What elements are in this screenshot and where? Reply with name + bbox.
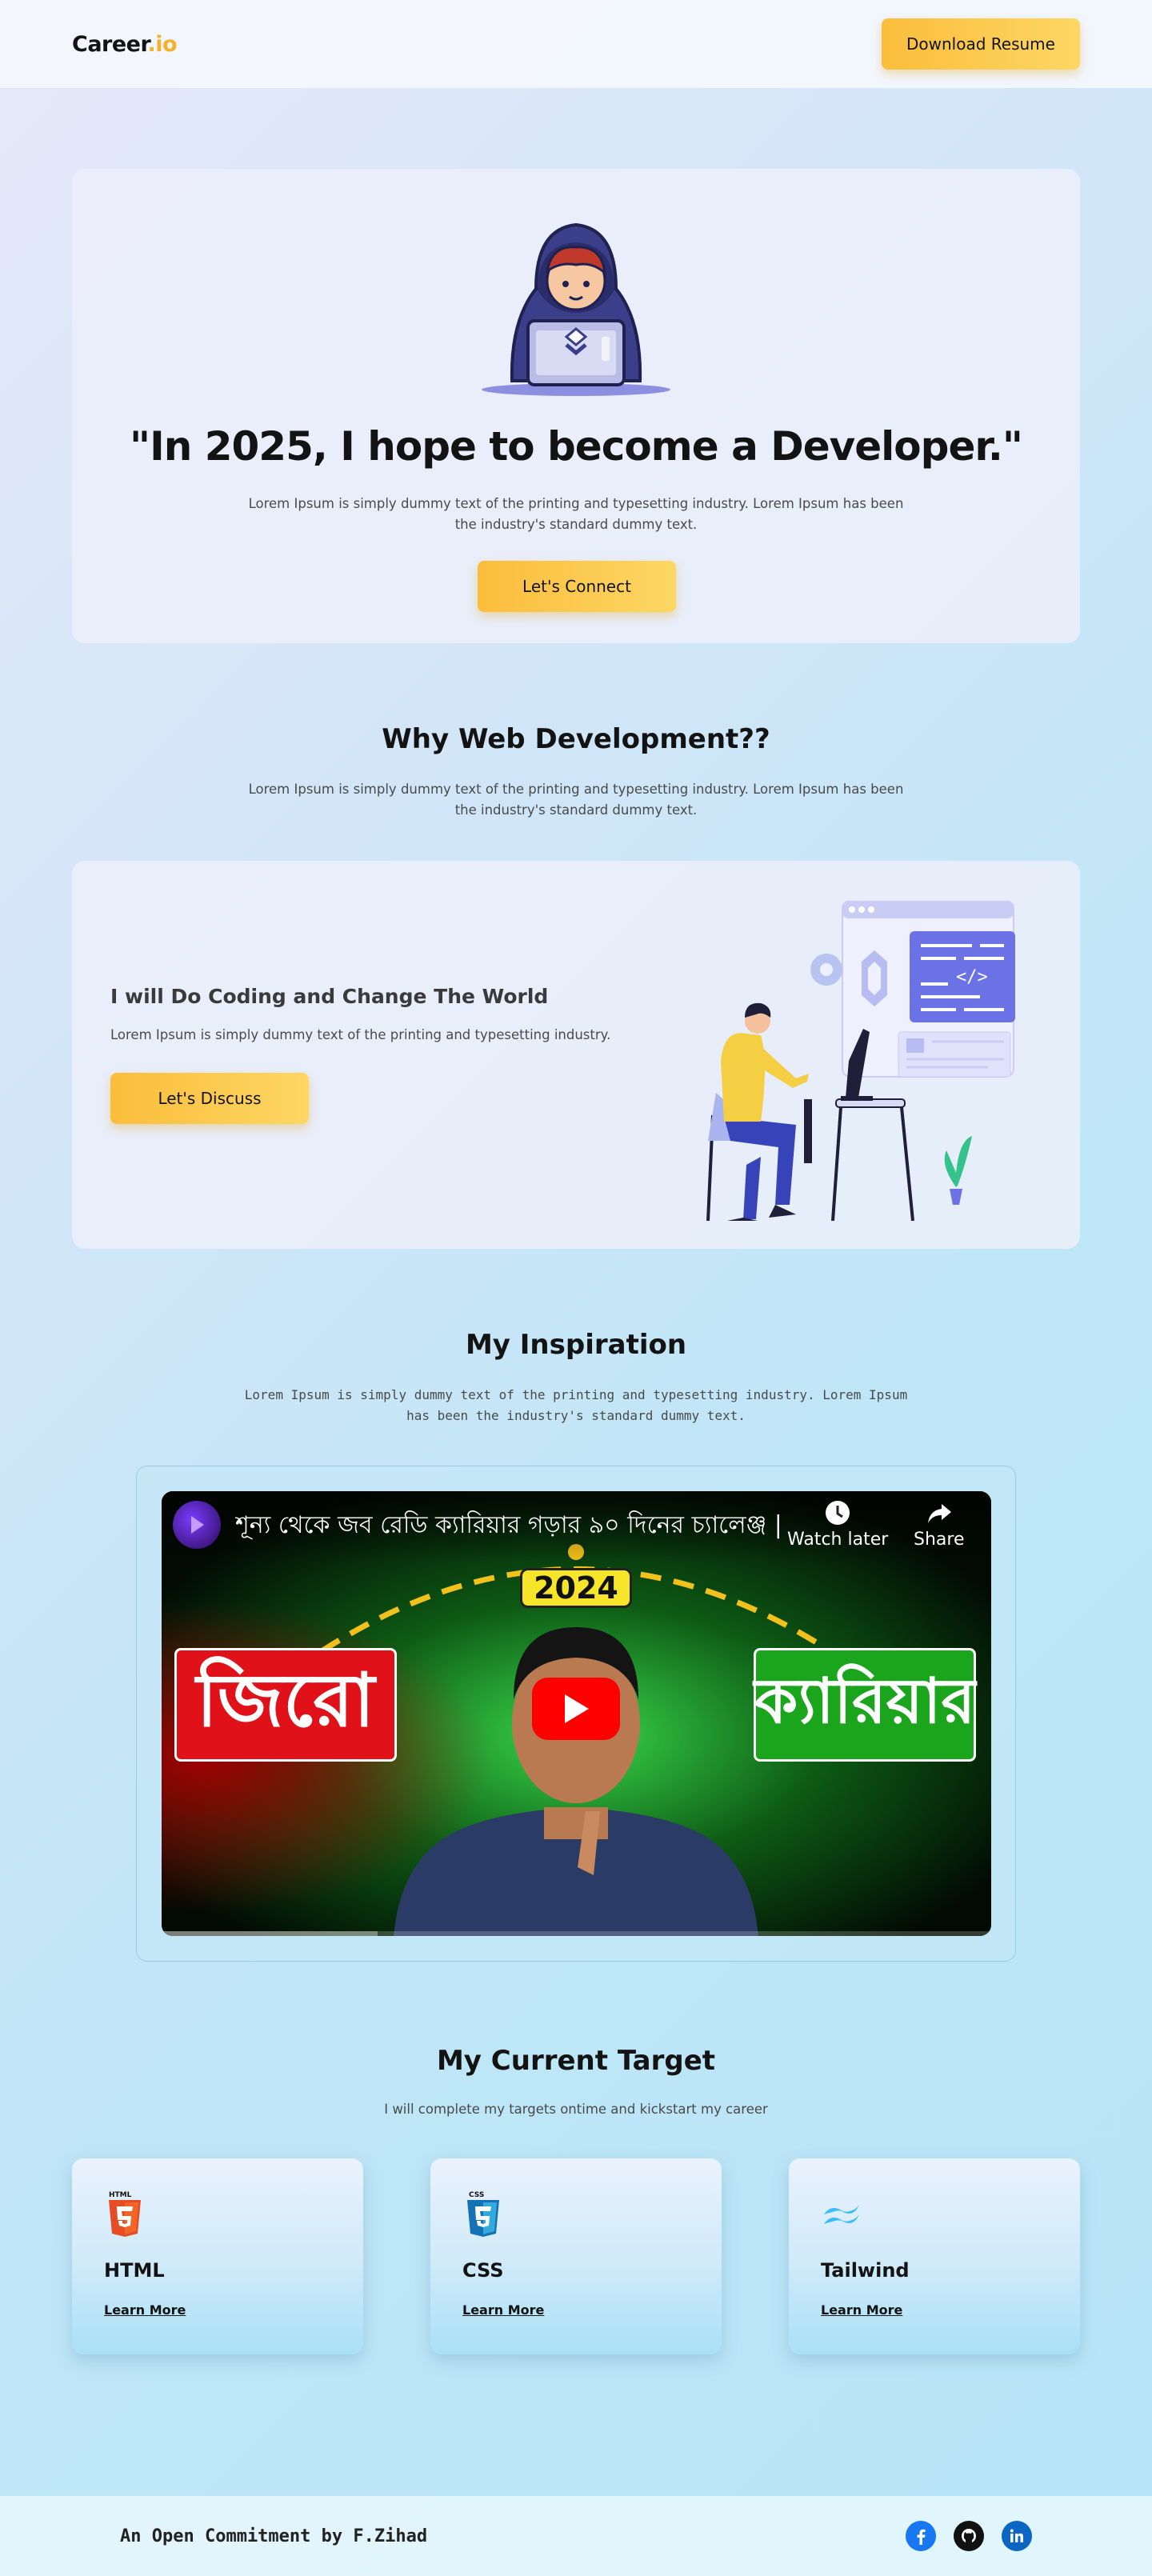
learn-more-link[interactable]: Learn More [462, 2302, 544, 2318]
svg-text:</>: </> [956, 967, 988, 987]
footer: An Open Commitment by F.Zihad [0, 2496, 1152, 2576]
why-card-heading: I will Do Coding and Change The World [110, 985, 549, 1008]
target-card-tailwind: Tailwind Learn More [789, 2158, 1080, 2354]
html5-icon: HTML [109, 2191, 141, 2237]
share-button[interactable]: Share [914, 1499, 965, 1550]
share-label: Share [914, 1530, 965, 1550]
target-card-title: Tailwind [821, 2259, 910, 2282]
zero-word-box: জিরো [174, 1648, 397, 1762]
why-section-title: Why Web Development?? [382, 723, 770, 755]
why-section-description: Lorem Ipsum is simply dummy text of the … [248, 782, 904, 818]
css3-icon: CSS [467, 2191, 499, 2237]
github-icon[interactable] [954, 2521, 984, 2551]
facebook-icon[interactable] [906, 2521, 936, 2551]
target-card-title: CSS [462, 2259, 504, 2282]
inspiration-section-description: Lorem Ipsum is simply dummy text of the … [244, 1387, 908, 1423]
footer-text: An Open Commitment by F.Zihad [120, 2526, 428, 2546]
play-icon [565, 1694, 589, 1723]
watch-later-button[interactable]: Watch later [787, 1499, 888, 1550]
logo-accent: .io [147, 31, 178, 57]
year-badge: 2024 [520, 1568, 632, 1608]
logo-main: Career [72, 31, 148, 57]
logo[interactable]: Career.io [72, 31, 178, 57]
video-progress-bar[interactable] [162, 1931, 991, 1936]
hero-card: "In 2025, I hope to become a Developer."… [72, 169, 1080, 643]
youtube-embed[interactable]: শূন্য থেকে জব রেডি ক্যারিয়ার গড়ার ৯০ দ… [162, 1491, 991, 1936]
linkedin-icon[interactable] [1002, 2521, 1032, 2551]
hero-description: Lorem Ipsum is simply dummy text of the … [248, 496, 904, 532]
lets-discuss-button[interactable]: Let's Discuss [110, 1073, 309, 1124]
coding-illustration: </> [706, 901, 1015, 1221]
inspiration-section-title: My Inspiration [465, 1329, 687, 1361]
play-button[interactable] [532, 1678, 620, 1740]
target-card-html: HTML HTML Learn More [72, 2158, 363, 2354]
clock-icon [826, 1501, 850, 1525]
download-resume-button[interactable]: Download Resume [882, 18, 1080, 70]
channel-avatar[interactable] [173, 1501, 221, 1549]
why-card-text: Lorem Ipsum is simply dummy text of the … [110, 1027, 611, 1042]
lets-connect-button[interactable]: Let's Connect [478, 561, 676, 612]
share-icon [927, 1504, 951, 1523]
target-card-css: CSS CSS Learn More [430, 2158, 722, 2354]
watch-later-label: Watch later [787, 1530, 889, 1550]
hero-title: "In 2025, I hope to become a Developer." [130, 423, 1023, 470]
svg-text:HTML: HTML [109, 2191, 132, 2199]
developer-illustration [482, 222, 670, 396]
learn-more-link[interactable]: Learn More [104, 2302, 186, 2318]
social-links [906, 2521, 1032, 2551]
tailwind-icon [824, 2205, 859, 2224]
navbar: Career.io Download Resume [0, 0, 1152, 88]
why-card: I will Do Coding and Change The World Lo… [72, 861, 1080, 1249]
video-frame: শূন্য থেকে জব রেডি ক্যারিয়ার গড়ার ৯০ দ… [136, 1466, 1016, 1962]
target-section-title: My Current Target [436, 2045, 716, 2077]
learn-more-link[interactable]: Learn More [821, 2302, 902, 2318]
target-card-title: HTML [104, 2259, 165, 2282]
career-word-box: ক্যারিয়ার [754, 1648, 976, 1762]
channel-logo-icon [191, 1516, 204, 1534]
video-progress-fill [162, 1931, 378, 1936]
target-section-description: I will complete my targets ontime and ki… [384, 2102, 768, 2117]
video-title[interactable]: শূন্য থেকে জব রেডি ক্যারিয়ার গড়ার ৯০ দ… [235, 1506, 779, 1546]
svg-text:CSS: CSS [469, 2191, 484, 2199]
